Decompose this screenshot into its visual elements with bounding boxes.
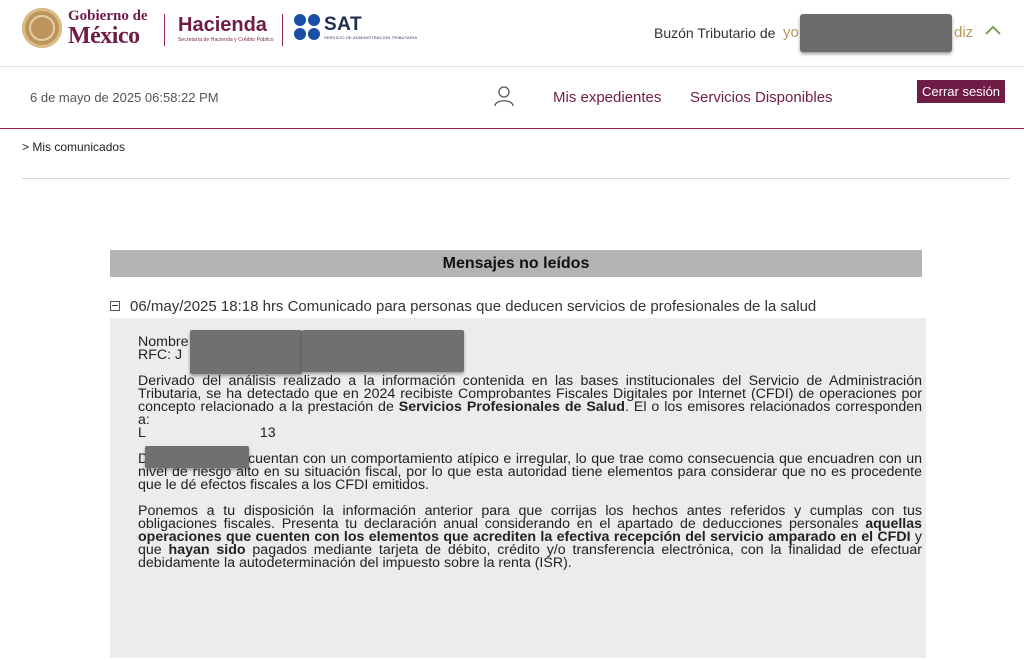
collapse-minus-icon[interactable]	[110, 301, 120, 311]
paragraph-2: Dichos emisores cuentan con un comportam…	[138, 451, 922, 493]
top-header: Gobierno de México Hacienda Secretaría d…	[0, 0, 1024, 67]
gob-line2: México	[68, 22, 140, 49]
redacted-user-name	[800, 14, 952, 52]
divider	[164, 14, 165, 46]
redacted-name	[190, 330, 302, 374]
sat-title: SAT	[324, 13, 363, 35]
nav-link-mis-expedientes[interactable]: Mis expedientes	[553, 89, 661, 106]
hacienda-subtitle: Secretaría de Hacienda y Crédito Público	[178, 37, 274, 43]
rfc-label: RFC: J	[138, 347, 183, 363]
divider	[22, 178, 1010, 179]
buzon-label: Buzón Tributario de	[654, 25, 776, 41]
redacted-rfc	[302, 330, 464, 372]
divider	[282, 14, 283, 46]
gob-line1: Gobierno de	[68, 7, 148, 24]
emisor-suffix: 13	[259, 425, 276, 441]
paragraph-1-bold: Servicios Profesionales de Salud	[398, 399, 625, 415]
emisor-prefix: L	[138, 425, 146, 441]
logout-button[interactable]: Cerrar sesión	[917, 80, 1006, 103]
message-title[interactable]: 06/may/2025 18:18 hrs Comunicado para pe…	[130, 298, 816, 315]
paragraph-3c: pagados mediante tarjeta de débito, créd…	[138, 542, 922, 571]
hacienda-title: Hacienda	[178, 14, 267, 36]
breadcrumb[interactable]: > Mis comunicados	[22, 140, 125, 154]
sat-subtitle: SERVICIO DE ADMINISTRACIÓN TRIBUTARIA	[324, 34, 418, 40]
nav-link-servicios-disponibles[interactable]: Servicios Disponibles	[690, 89, 833, 106]
message-title-row[interactable]: 06/may/2025 18:18 hrs Comunicado para pe…	[110, 298, 922, 316]
message-body: Nombre RFC: J Derivado del análisis real…	[110, 318, 926, 658]
chevron-up-icon[interactable]	[984, 22, 1002, 40]
sat-logo[interactable]: SAT SERVICIO DE ADMINISTRACIÓN TRIBUTARI…	[294, 14, 417, 40]
sat-logo-icon	[294, 14, 320, 40]
buzon-user-suffix[interactable]: diz	[954, 24, 973, 41]
sat-logo-text: SAT SERVICIO DE ADMINISTRACIÓN TRIBUTARI…	[324, 15, 417, 40]
session-datetime: 6 de mayo de 2025 06:58:22 PM	[30, 90, 219, 105]
gobierno-mexico-logo[interactable]: Gobierno de México	[22, 8, 148, 48]
redacted-emisor	[145, 446, 249, 468]
gob-mexico-seal-icon	[22, 8, 62, 48]
gob-logo-text: Gobierno de México	[68, 7, 148, 49]
user-icon[interactable]	[493, 85, 515, 107]
unread-messages-header: Mensajes no leídos	[110, 250, 922, 277]
paragraph-3a: Ponemos a tu disposición la información …	[138, 503, 922, 532]
buzon-user-prefix[interactable]: yo	[783, 24, 799, 41]
hacienda-logo[interactable]: Hacienda Secretaría de Hacienda y Crédit…	[178, 15, 274, 43]
nav-bar: 6 de mayo de 2025 06:58:22 PM Mis expedi…	[0, 67, 1024, 129]
